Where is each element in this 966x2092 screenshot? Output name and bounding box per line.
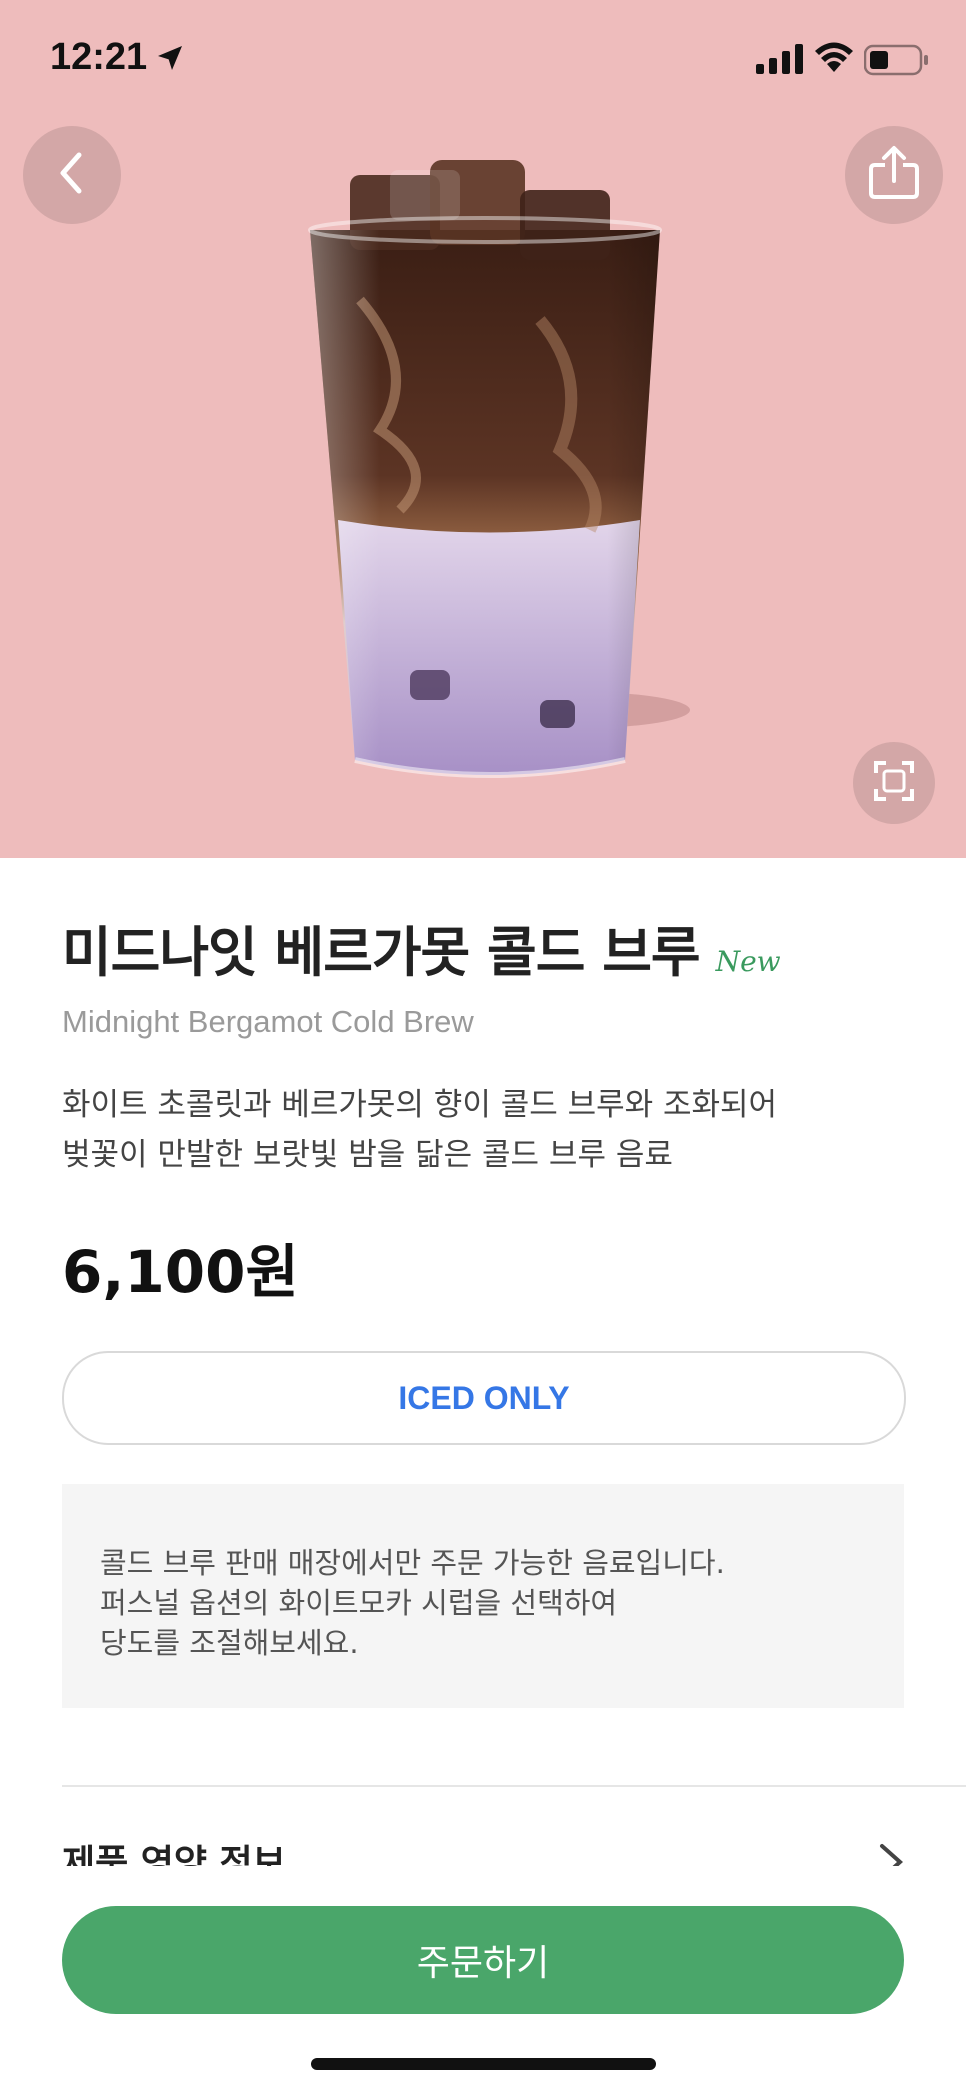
expand-image-button[interactable] <box>853 742 935 824</box>
share-icon <box>867 145 921 205</box>
product-english-name: Midnight Bergamot Cold Brew <box>62 1004 474 1039</box>
new-badge: New <box>715 945 781 978</box>
drink-image <box>308 160 690 778</box>
notice-line: 당도를 조절해보세요. <box>100 1626 359 1660</box>
chevron-left-icon <box>55 151 89 199</box>
status-bar: 12:21 <box>0 0 966 120</box>
product-price: 6,100원 <box>62 1238 299 1306</box>
notice-box: 콜드 브루 판매 매장에서만 주문 가능한 음료입니다. 퍼스널 옵션의 화이트… <box>62 1484 904 1708</box>
product-hero: 12:21 <box>0 0 966 858</box>
fullscreen-icon <box>872 759 916 807</box>
product-name: 미드나잇 베르가못 콜드 브루 <box>62 921 701 984</box>
share-button[interactable] <box>845 126 943 224</box>
section-divider <box>62 1785 966 1787</box>
wifi-icon <box>814 40 854 78</box>
product-title-row: 미드나잇 베르가못 콜드 브루 New <box>62 908 781 987</box>
description-line: 벚꽃이 만발한 보랏빛 밤을 닮은 콜드 브루 음료 <box>62 1137 673 1173</box>
order-button[interactable]: 주문하기 <box>62 1906 904 2014</box>
notice-line: 퍼스널 옵션의 화이트모카 시럽을 선택하여 <box>100 1586 618 1620</box>
status-time: 12:21 <box>50 36 148 78</box>
product-description: 화이트 초콜릿과 베르가못의 향이 콜드 브루와 조화되어 벚꽃이 만발한 보랏… <box>62 1080 922 1180</box>
temperature-option: ICED ONLY <box>62 1351 906 1445</box>
location-arrow-icon <box>154 42 186 78</box>
description-line: 화이트 초콜릿과 베르가못의 향이 콜드 브루와 조화되어 <box>62 1087 778 1123</box>
back-button[interactable] <box>23 126 121 224</box>
battery-icon <box>863 44 930 80</box>
notice-line: 콜드 브루 판매 매장에서만 주문 가능한 음료입니다. <box>100 1546 725 1580</box>
cellular-signal-icon <box>756 44 804 78</box>
home-indicator <box>311 2058 656 2070</box>
